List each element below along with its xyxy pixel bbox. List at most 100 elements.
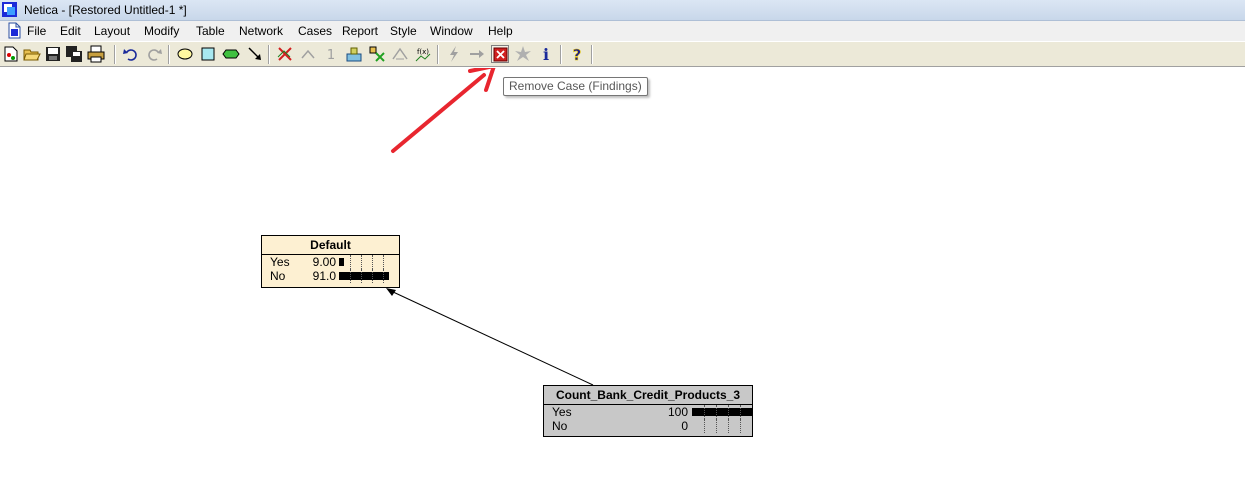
bar-tick [372, 255, 373, 269]
bar-tick [740, 405, 741, 419]
state-belief: 100 [667, 405, 688, 419]
redo-icon [148, 49, 162, 61]
menu-report[interactable]: Report [342, 24, 378, 38]
menu-edit[interactable]: Edit [60, 24, 81, 38]
compile-button[interactable] [345, 45, 363, 63]
reverse-link-button[interactable] [391, 45, 409, 63]
add-utility-node-button[interactable] [222, 45, 240, 63]
menu-file[interactable]: File [27, 24, 46, 38]
menu-style[interactable]: Style [390, 24, 417, 38]
retract-findings-button[interactable] [514, 45, 532, 63]
bar-tick [361, 255, 362, 269]
menu-bar: File Edit Layout Modify Table Network Ca… [0, 21, 1245, 41]
bar-tick [716, 419, 717, 433]
new-network-icon [4, 46, 18, 62]
svg-text:i: i [543, 45, 549, 63]
bar-tick [728, 405, 729, 419]
menu-window[interactable]: Window [430, 24, 473, 38]
print-icon [87, 45, 105, 63]
properties-button[interactable]: i [537, 45, 555, 63]
cross-links-icon [277, 47, 292, 61]
hexagon-node-icon [222, 49, 240, 59]
belief-bar-area [692, 405, 752, 419]
add-nature-node-button[interactable] [176, 45, 194, 63]
node-count-state-no[interactable]: No 0 [544, 419, 752, 433]
help-button[interactable]: ? [568, 45, 586, 63]
add-decision-node-button[interactable] [199, 45, 217, 63]
node-default-state-no[interactable]: No 91.0 [262, 269, 399, 283]
node-default-state-yes[interactable]: Yes 9.00 [262, 255, 399, 269]
window-title: Netica - [Restored Untitled-1 *] [24, 3, 187, 17]
reverse-link-icon [392, 47, 408, 60]
menu-cases[interactable]: Cases [298, 24, 332, 38]
belief-bar [339, 258, 344, 266]
toolbar-separator [437, 45, 439, 64]
state-name: No [552, 419, 568, 433]
save-as-icon [66, 46, 82, 62]
state-belief: 0 [681, 419, 688, 433]
bar-tick [704, 405, 705, 419]
redo-button[interactable] [145, 45, 163, 63]
toolbar-separator [268, 45, 270, 64]
bar-tick [350, 255, 351, 269]
print-button[interactable] [87, 45, 105, 63]
link-arrow[interactable] [390, 290, 594, 386]
lightning-icon [450, 46, 458, 62]
menu-layout[interactable]: Layout [94, 24, 130, 38]
caret-up-icon [301, 49, 315, 59]
svg-text:?: ? [573, 46, 582, 63]
network-canvas[interactable]: Default Yes 9.00 No 91.0 Count_Bank_Cred… [0, 68, 1245, 478]
node-default[interactable]: Default Yes 9.00 No 91.0 [261, 235, 400, 288]
netica-app-icon[interactable] [2, 2, 17, 17]
menu-table[interactable]: Table [196, 24, 225, 38]
node-count-bank-credit-products[interactable]: Count_Bank_Credit_Products_3 Yes 100 No … [543, 385, 753, 437]
new-network-button[interactable] [2, 45, 20, 63]
open-folder-icon [23, 49, 41, 61]
toolbar: 1 f(x) i ? [0, 41, 1245, 67]
state-name: No [270, 269, 286, 283]
bar-tick [383, 269, 384, 283]
toolbar-separator [114, 45, 116, 64]
bar-tick [740, 419, 741, 433]
compile-icon [346, 47, 362, 62]
undo-button[interactable] [122, 45, 140, 63]
quick-update-button[interactable] [445, 45, 463, 63]
add-link-button[interactable] [246, 45, 264, 63]
node-default-title: Default [262, 236, 399, 255]
link-arrow-icon [248, 47, 261, 60]
document-icon[interactable] [8, 22, 21, 39]
belief-bar-area [692, 419, 752, 433]
menu-modify[interactable]: Modify [144, 24, 179, 38]
menu-network[interactable]: Network [239, 24, 283, 38]
remove-case-findings-button[interactable] [491, 45, 509, 63]
remove-links-button[interactable] [276, 45, 294, 63]
open-button[interactable] [23, 45, 41, 63]
save-button[interactable] [44, 45, 62, 63]
function-icon: f(x) [415, 48, 431, 62]
advance-button[interactable] [468, 45, 486, 63]
title-bar: Netica - [Restored Untitled-1 *] [0, 0, 1245, 21]
right-arrow-icon [470, 50, 484, 58]
belief-bar-area [339, 255, 394, 269]
bar-tick [728, 419, 729, 433]
toolbar-separator [591, 45, 593, 64]
state-name: Yes [552, 405, 572, 419]
bar-tick [361, 269, 362, 283]
menu-help[interactable]: Help [488, 24, 513, 38]
svg-text:1: 1 [327, 48, 335, 63]
save-as-button[interactable] [65, 45, 83, 63]
save-disk-icon [46, 47, 60, 61]
link-arrowhead [386, 288, 396, 296]
up-button[interactable] [299, 45, 317, 63]
absorb-icon [369, 46, 385, 62]
absorb-nodes-button[interactable] [368, 45, 386, 63]
equation-button[interactable]: f(x) [414, 45, 432, 63]
svg-text:f(x): f(x) [417, 48, 429, 56]
node-count-state-yes[interactable]: Yes 100 [544, 405, 752, 419]
bar-tick [383, 255, 384, 269]
belief-bar-area [339, 269, 394, 283]
one-button[interactable]: 1 [322, 45, 340, 63]
bar-tick [716, 405, 717, 419]
belief-bar [339, 272, 389, 280]
one-icon: 1 [327, 48, 335, 63]
